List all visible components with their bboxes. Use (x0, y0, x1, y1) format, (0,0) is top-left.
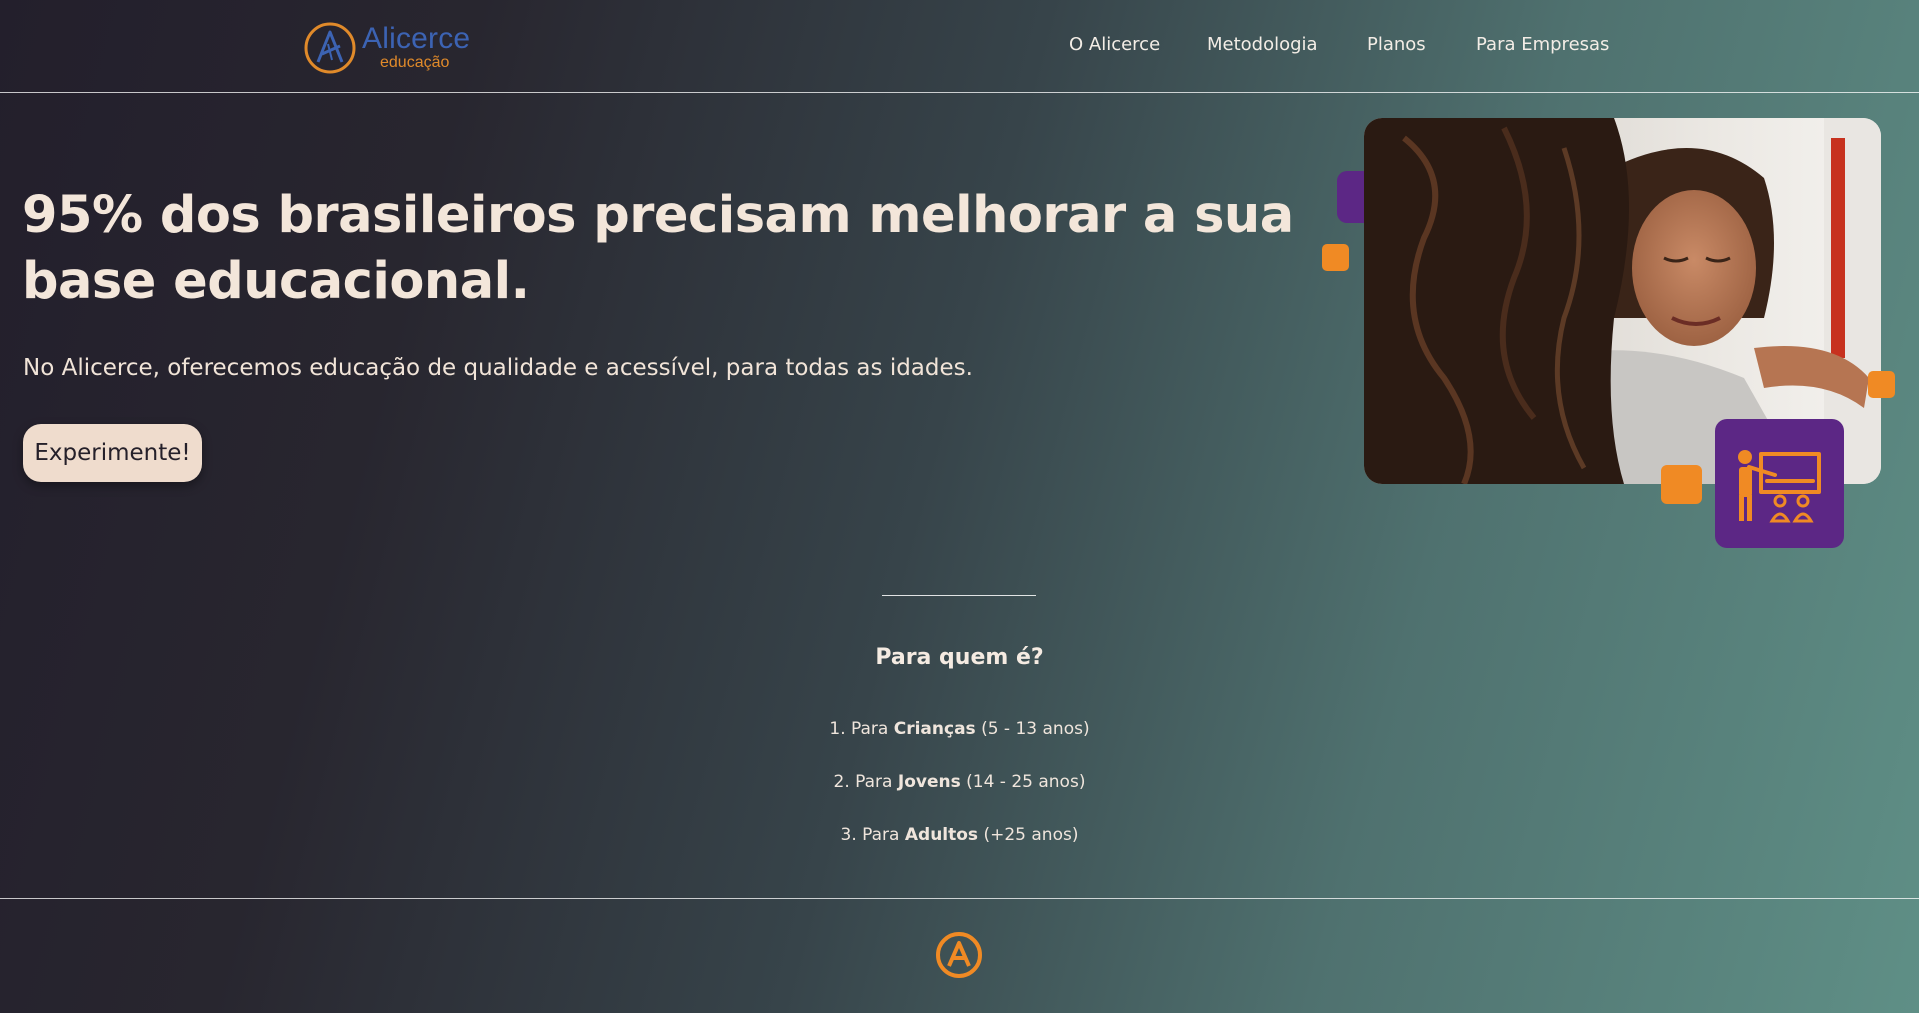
alicerce-logo-icon (936, 932, 982, 978)
audience-item-range: (14 - 25 anos) (960, 772, 1086, 792)
logo-subtitle: educação (380, 54, 450, 71)
hero-subtitle: No Alicerce, oferecemos educação de qual… (23, 355, 973, 381)
audience-item: 2. Para Jovens (14 - 25 anos) (0, 772, 1919, 792)
decor-orange-square (1322, 244, 1349, 271)
nav-link-o-alicerce[interactable]: O Alicerce (1069, 34, 1160, 55)
audience-item-range: (+25 anos) (978, 825, 1079, 845)
audience-item: 1. Para Crianças (5 - 13 anos) (0, 719, 1919, 739)
audience-item-group: Jovens (897, 772, 961, 792)
audience-item-group: Crianças (893, 719, 976, 739)
section-divider (882, 595, 1036, 596)
audience-item: 3. Para Adultos (+25 anos) (0, 825, 1919, 845)
alicerce-logo[interactable]: Alicerce educação (302, 18, 472, 76)
audience-item-group: Adultos (904, 825, 979, 845)
teacher-badge (1715, 419, 1844, 548)
footer-logo[interactable] (934, 930, 984, 980)
footer-divider (0, 898, 1919, 899)
teacher-presentation-icon (1738, 450, 1821, 523)
logo-mark-icon (304, 22, 356, 74)
audience-title: Para quem é? (875, 645, 1044, 670)
nav-link-metodologia[interactable]: Metodologia (1207, 34, 1318, 55)
experiment-button[interactable]: Experimente! (23, 424, 202, 482)
nav-link-para-empresas[interactable]: Para Empresas (1476, 34, 1609, 55)
audience-item-prefix: 1. Para (829, 719, 894, 739)
hero-title: 95% dos brasileiros precisam melhorar a … (22, 186, 1294, 311)
audience-item-range: (5 - 13 anos) (975, 719, 1090, 739)
decor-orange-square-bottom (1661, 465, 1702, 504)
nav-link-planos[interactable]: Planos (1367, 34, 1426, 55)
audience-item-prefix: 3. Para (840, 825, 905, 845)
decor-orange-square-right (1868, 371, 1895, 398)
site-header: Alicerce educação O Alicerce Metodologia… (0, 0, 1919, 93)
logo-name: Alicerce (362, 22, 471, 55)
audience-item-prefix: 2. Para (833, 772, 898, 792)
